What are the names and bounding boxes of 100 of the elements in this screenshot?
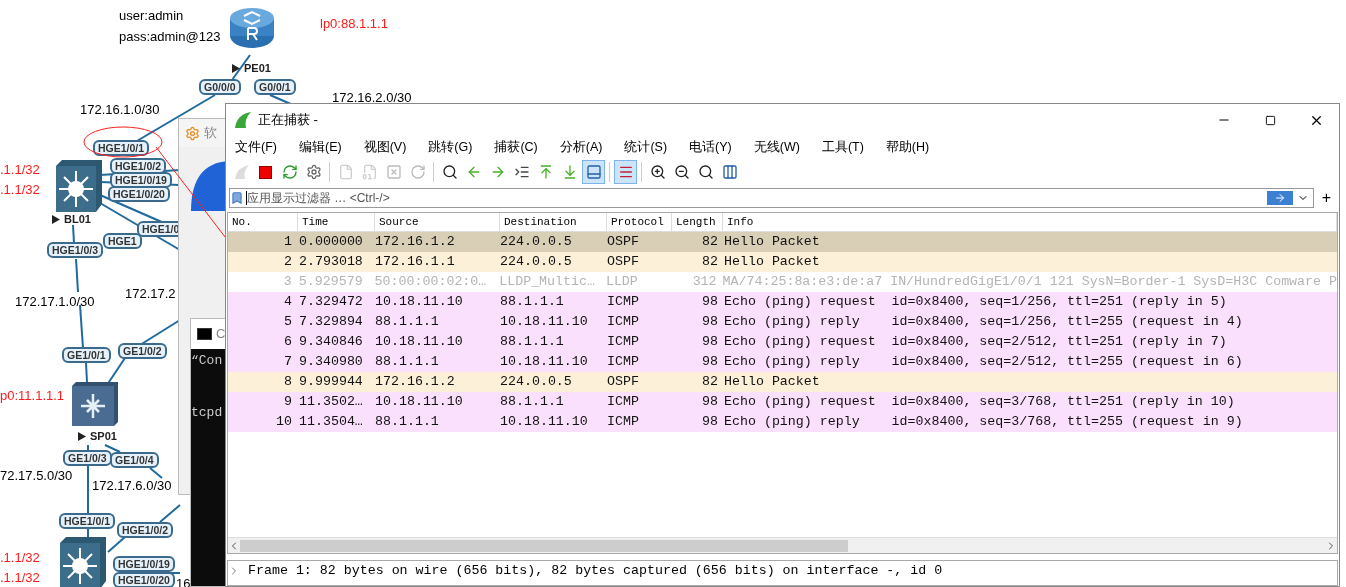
table-cell: 5.929579 <box>298 274 363 290</box>
switch-icon <box>72 382 118 426</box>
column-header[interactable]: No. <box>228 213 252 231</box>
table-cell: 98 <box>702 334 718 350</box>
packet-row[interactable]: 9 11.3502… 10.18.11.10 88.1.1.1 ICMP 98 Echo (ping) request id=0x8400, seq=3/768, ttl=251 (reply in 10) <box>228 392 1337 412</box>
table-cell: ICMP <box>607 294 639 310</box>
apply-filter-button[interactable] <box>1266 191 1293 205</box>
table-cell: 9.340846 <box>299 334 363 350</box>
table-cell: 9.999944 <box>299 374 363 390</box>
column-header[interactable]: Protocol <box>607 213 664 231</box>
table-cell: 2.793018 <box>299 254 363 270</box>
arrow-right-icon <box>1273 192 1286 204</box>
table-cell: OSPF <box>607 234 639 250</box>
table-cell: 10.18.11.10 <box>375 394 463 410</box>
table-cell: Echo (ping) request id=0x8400, seq=3/768, ttl=251 (reply in 10) <box>724 394 1235 410</box>
packet-row[interactable]: 10 11.3504… 88.1.1.1 10.18.11.10 ICMP 98 Echo (ping) reply id=0x8400, seq=3/768, ttl=255 (request in 9) <box>228 412 1337 432</box>
link-line <box>85 362 88 383</box>
table-cell: 6 <box>284 334 292 350</box>
menu-item[interactable]: 电话(Y) <box>682 137 739 157</box>
column-header[interactable]: Length <box>672 213 716 231</box>
filter-input[interactable]: 应用显示过滤器 … <Ctrl-/> <box>247 189 1267 207</box>
port-label: HGE1/0/1 <box>59 513 116 529</box>
packet-row[interactable]: 4 7.329472 10.18.11.10 88.1.1.1 ICMP 98 Echo (ping) request id=0x8400, seq=1/256, ttl=251 (reply in 5) <box>228 292 1337 312</box>
loopback-label: .1.1/32 <box>0 181 40 199</box>
device-label: SP01 <box>90 429 117 444</box>
console-icon <box>197 328 212 340</box>
play-icon <box>78 431 86 441</box>
table-cell: 98 <box>702 294 718 310</box>
table-cell: 9.340980 <box>299 354 363 370</box>
table-cell: 7.329894 <box>299 314 363 330</box>
packet-row[interactable]: 6 9.340846 10.18.11.10 88.1.1.1 ICMP 98 Echo (ping) request id=0x8400, seq=2/512, ttl=251 (reply in 7) <box>228 332 1337 352</box>
packet-row[interactable]: 7 9.340980 88.1.1.1 10.18.11.10 ICMP 98 Echo (ping) reply id=0x8400, seq=2/512, ttl=255 (request in 6) <box>228 352 1337 372</box>
table-cell: 3 <box>283 274 292 290</box>
table-cell: 4 <box>284 294 292 310</box>
device-label: PE01 <box>244 61 271 76</box>
table-cell: 11.3502… <box>299 394 363 410</box>
menu-item[interactable]: 文件(F) <box>228 137 284 157</box>
packet-row[interactable]: 2 2.793018 172.16.1.1 224.0.0.5 OSPF 82 Hello Packet <box>228 252 1337 272</box>
menu-item[interactable]: 跳转(G) <box>421 137 480 157</box>
subnet-label: 72.17.5.0/30 <box>0 467 73 485</box>
file-icon <box>337 164 354 180</box>
subnet-label: 172.17.6.0/30 <box>92 477 172 495</box>
link-line <box>159 504 181 523</box>
packet-row[interactable]: 1 0.000000 172.16.1.2 224.0.0.5 OSPF 82 Hello Packet <box>228 232 1337 252</box>
add-filter-button[interactable]: + <box>1321 190 1331 206</box>
packet-row[interactable]: 8 9.999944 172.16.1.2 224.0.0.5 OSPF 82 Hello Packet <box>228 372 1337 392</box>
table-cell: 5 <box>284 314 292 330</box>
table-cell: 224.0.0.5 <box>500 374 572 390</box>
console-text: tcpd <box>191 403 224 422</box>
column-header[interactable]: Source <box>375 213 419 231</box>
table-cell: 7.329472 <box>299 294 363 310</box>
reload-icon <box>409 164 426 180</box>
menu-item[interactable]: 工具(T) <box>814 137 871 157</box>
table-cell: ICMP <box>607 334 639 350</box>
settings-icon <box>305 164 322 180</box>
table-cell: LLDP_Multic… <box>499 274 595 290</box>
display-filter-field[interactable]: 应用显示过滤器 … <Ctrl-/> <box>229 188 1314 208</box>
table-cell: 172.16.1.2 <box>375 234 455 250</box>
loopback-label: .1.1/32 <box>0 569 40 587</box>
indent-list-icon <box>513 164 530 180</box>
column-header[interactable]: Destination <box>500 213 577 231</box>
loopback-label: .1.1/32 <box>0 549 40 567</box>
menu-item[interactable]: 捕获(C) <box>487 137 545 157</box>
bookmark-icon <box>230 191 244 205</box>
colorize-button[interactable] <box>614 160 637 184</box>
stop-icon <box>259 165 272 179</box>
menu-item[interactable]: 分析(A) <box>552 137 610 157</box>
port-label: GE1/0/1 <box>62 347 111 363</box>
column-header[interactable]: Time <box>298 213 329 231</box>
scrollbar-thumb[interactable] <box>240 539 848 552</box>
table-cell: Echo (ping) reply id=0x8400, seq=2/512, ttl=255 (request in 6) <box>724 354 1243 370</box>
menu-item[interactable]: 无线(W) <box>746 137 807 157</box>
window-title: C <box>216 325 226 344</box>
autoscroll-button[interactable] <box>582 160 605 184</box>
menu-item[interactable]: 编辑(E) <box>291 137 349 157</box>
panel-bottom-icon <box>585 164 602 180</box>
table-cell: 88.1.1.1 <box>375 314 439 330</box>
port-label: G0/0/0 <box>199 79 241 95</box>
magnifier-icon <box>697 164 714 180</box>
table-cell: 172.16.1.2 <box>375 374 455 390</box>
menu-item[interactable]: 统计(S) <box>617 137 675 157</box>
menu-item[interactable]: 帮助(H) <box>878 137 937 157</box>
link-line <box>79 304 84 349</box>
table-cell: 82 <box>702 234 718 250</box>
link-line <box>75 258 79 293</box>
port-label: HGE1 <box>103 233 142 249</box>
packet-row[interactable]: 5 7.329894 88.1.1.1 10.18.11.10 ICMP 98 Echo (ping) reply id=0x8400, seq=1/256, ttl=255 (request in 4) <box>228 312 1337 332</box>
column-header[interactable]: Info <box>723 213 754 231</box>
table-cell: 10.18.11.10 <box>375 294 463 310</box>
table-cell: 88.1.1.1 <box>375 414 439 430</box>
menu-item[interactable]: 视图(V) <box>356 137 414 157</box>
details-row[interactable]: Frame 1: 82 bytes on wire (656 bits), 82 bytes captured (656 bits) on interface -, id 0 <box>228 561 1337 581</box>
table-cell: 224.0.0.5 <box>500 234 572 250</box>
table-cell: 10.18.11.10 <box>375 334 463 350</box>
table-cell: Hello Packet <box>724 234 820 250</box>
zoom-out-icon <box>673 164 690 180</box>
loopback-label: .1.1/32 <box>0 161 40 179</box>
table-cell: 10.18.11.10 <box>500 414 588 430</box>
table-cell: Hello Packet <box>724 254 820 270</box>
table-cell: 50:00:00:02:0… <box>374 274 487 290</box>
